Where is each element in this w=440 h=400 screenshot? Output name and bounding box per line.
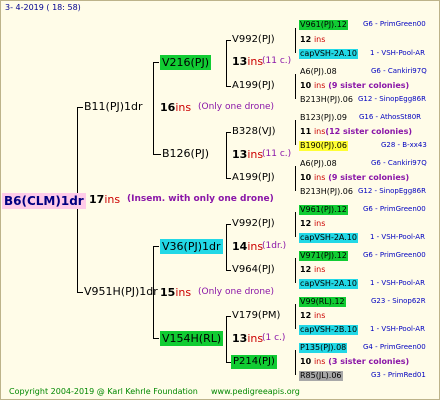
connector <box>295 28 296 53</box>
connector <box>77 107 83 108</box>
gen3-2-insem: 10 ins (9 sister colonies) <box>300 81 410 90</box>
gen3-queen-1[interactable]: V992(PJ) <box>232 35 275 45</box>
connector <box>295 74 296 99</box>
gen4-8-origin: G12 - SinopEgg86R <box>358 187 426 195</box>
gen4-queen-1[interactable]: V961(PJ).12 <box>299 20 348 30</box>
gen4-3-origin: G6 - Cankiri97Q <box>371 67 427 75</box>
gen3-6-insem: 12 ins <box>300 265 326 274</box>
connector <box>153 154 161 155</box>
gen2-2-insem-count: 13ins <box>232 148 264 161</box>
gen4-9-origin: G6 - PrimGreen00 <box>363 205 426 213</box>
sire-insem-note: (Only one drone) <box>198 102 275 112</box>
gen4-queen-11[interactable]: V971(PJ).12 <box>299 251 348 261</box>
gen3-queen-8[interactable]: P214(PJ) <box>231 355 277 369</box>
gen4-queen-4[interactable]: B213H(PJ).06 <box>300 96 353 104</box>
gen4-queen-9[interactable]: V961(PJ).12 <box>299 205 348 215</box>
gen2-queen-4[interactable]: V154H(RL) <box>160 331 224 346</box>
gen4-1-origin: G6 - PrimGreen00 <box>363 20 426 28</box>
gen4-7-origin: G6 - Cankiri97Q <box>371 159 427 167</box>
gen4-queen-14[interactable]: capVSH-2B.10 <box>299 325 359 335</box>
gen4-5-origin: G16 - AthosSt80R <box>359 113 422 121</box>
gen3-queen-4[interactable]: A199(PJ) <box>232 173 275 183</box>
connector <box>153 62 154 154</box>
gen4-queen-10[interactable]: capVSH-2A.10 <box>299 233 358 243</box>
gen4-queen-5[interactable]: B123(PJ).09 <box>300 114 347 122</box>
gen2-4-insem-note: (1 c.) <box>262 333 286 343</box>
gen2-queen-1[interactable]: V216(PJ) <box>160 55 211 70</box>
gen4-16-origin: G3 - PrimRed01 <box>371 371 426 379</box>
gen4-13-origin: G23 - Sinop62R <box>371 297 426 305</box>
gen4-queen-3[interactable]: A6(PJ).08 <box>300 68 337 76</box>
connector <box>295 350 296 375</box>
gen4-queen-2[interactable]: capVSH-2A.10 <box>299 49 358 59</box>
gen4-queen-6[interactable]: B190(PJ).06 <box>299 141 348 151</box>
gen2-1-insem-note: (11 c.) <box>262 56 292 66</box>
root-queen[interactable]: B6(CLM)1dr <box>2 193 86 209</box>
date-header: 3- 4-2019 ( 18: 58) <box>5 3 81 12</box>
connector <box>226 178 231 179</box>
connector <box>226 224 231 225</box>
dam-queen[interactable]: V951H(PJ)1dr <box>84 286 158 297</box>
root-insem-note: (Insem. with only one drone) <box>127 194 274 204</box>
gen3-queen-2[interactable]: A199(PJ) <box>232 81 275 91</box>
connector <box>295 212 296 237</box>
gen3-5-insem: 12 ins <box>300 219 326 228</box>
sire-queen[interactable]: B11(PJ)1dr <box>84 101 143 112</box>
gen3-8-insem: 10 ins (3 sister colonies) <box>300 357 410 366</box>
gen4-14-origin: 1 - VSH-Pool-AR <box>370 325 425 333</box>
connector <box>226 316 231 317</box>
gen3-queen-5[interactable]: V992(PJ) <box>232 219 275 229</box>
gen4-12-origin: 1 - VSH-Pool-AR <box>370 279 425 287</box>
connector <box>226 40 227 86</box>
gen4-queen-16[interactable]: R85(JL).06 <box>299 371 343 381</box>
gen4-4-origin: G12 - SinopEgg86R <box>358 95 426 103</box>
gen2-queen-2[interactable]: B126(PJ) <box>162 148 209 159</box>
connector <box>226 270 231 271</box>
gen2-queen-3[interactable]: V36(PJ)1dr <box>160 239 223 254</box>
connector <box>77 292 83 293</box>
copyright-footer: Copyright 2004-2019 @ Karl Kehrle Founda… <box>9 387 198 396</box>
gen4-15-origin: G4 - PrimGreen00 <box>363 343 426 351</box>
gen2-3-insem-count: 14ins <box>232 240 264 253</box>
sire-insem-count: 16ins <box>160 101 192 114</box>
gen4-2-origin: 1 - VSH-Pool-AR <box>370 49 425 57</box>
connector <box>226 132 227 178</box>
gen3-queen-6[interactable]: V964(PJ) <box>232 265 275 275</box>
gen3-3-insem: 11 ins(12 sister colonies) <box>300 127 412 136</box>
gen4-queen-15[interactable]: P135(PJ).08 <box>299 343 348 353</box>
connector <box>295 258 296 283</box>
dam-insem-note: (Only one drone) <box>198 287 275 297</box>
connector <box>153 246 159 247</box>
dam-insem-count: 15ins <box>160 286 192 299</box>
gen4-10-origin: 1 - VSH-Pool-AR <box>370 233 425 241</box>
connector <box>153 338 159 339</box>
connector <box>226 316 227 362</box>
gen3-4-insem: 10 ins (9 sister colonies) <box>300 173 410 182</box>
gen2-2-insem-note: (11 c.) <box>262 149 292 159</box>
connector <box>226 86 231 87</box>
connector <box>295 120 296 145</box>
site-link[interactable]: www.pedigreeapis.org <box>211 388 300 396</box>
connector <box>226 40 231 41</box>
gen4-6-origin: G28 - B-xx43 <box>381 141 427 149</box>
gen4-queen-7[interactable]: A6(PJ).08 <box>300 160 337 168</box>
gen4-queen-8[interactable]: B213H(PJ).06 <box>300 188 353 196</box>
connector <box>295 304 296 329</box>
gen2-4-insem-count: 13ins <box>232 332 264 345</box>
connector <box>226 132 231 133</box>
gen2-1-insem-count: 13ins <box>232 55 264 68</box>
connector <box>295 166 296 191</box>
gen3-queen-3[interactable]: B328(VJ) <box>232 127 276 137</box>
pedigree-frame: 3- 4-2019 ( 18: 58) B6(CLM)1dr 17ins (In… <box>0 0 440 400</box>
gen2-3-insem-note: (1dr.) <box>262 241 287 251</box>
gen4-queen-12[interactable]: capVSH-2A.10 <box>299 279 358 289</box>
gen4-11-origin: G6 - PrimGreen00 <box>363 251 426 259</box>
gen3-1-insem: 12 ins <box>300 35 326 44</box>
root-insem-count: 17ins <box>89 193 121 206</box>
gen3-queen-7[interactable]: V179(PM) <box>232 311 280 321</box>
connector <box>226 224 227 270</box>
connector <box>153 62 159 63</box>
gen3-7-insem: 12 ins <box>300 311 326 320</box>
gen4-queen-13[interactable]: V99(RL).12 <box>299 297 346 307</box>
